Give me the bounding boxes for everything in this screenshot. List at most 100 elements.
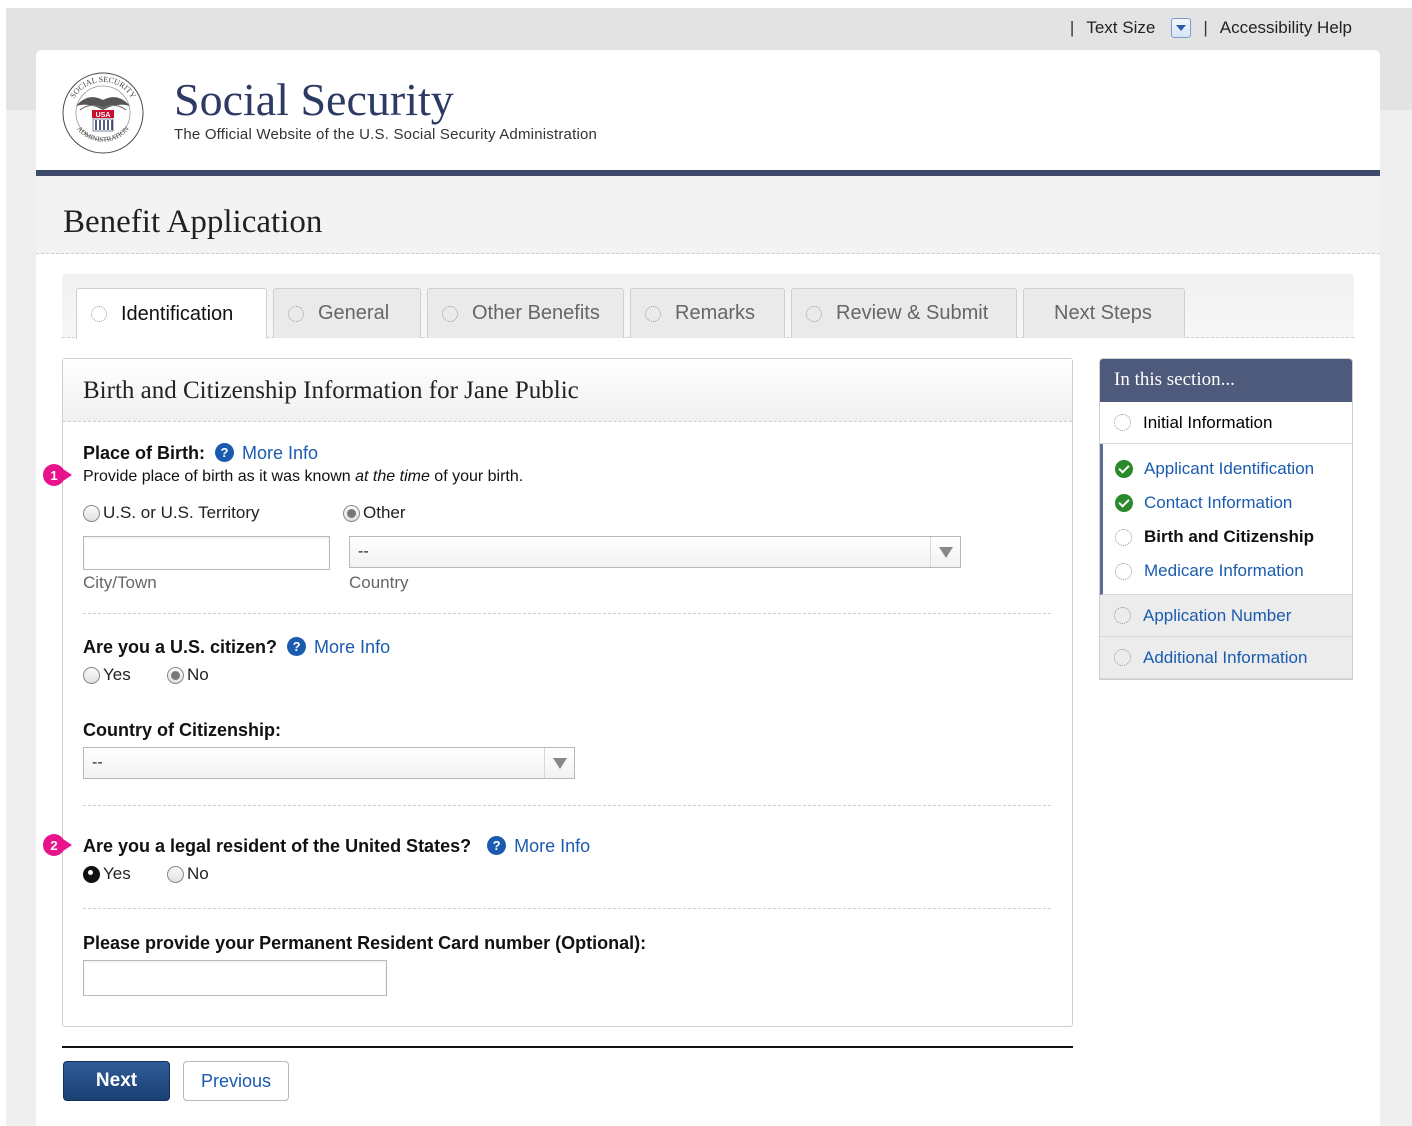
tab-label: Review & Submit	[836, 302, 989, 324]
page-title: Benefit Application	[63, 204, 323, 240]
tab-review-submit[interactable]: Review & Submit	[791, 288, 1017, 338]
check-complete-icon	[1115, 494, 1133, 512]
callout-pointer-icon	[63, 839, 72, 851]
sidebar-item-contact-information[interactable]: Contact Information	[1103, 486, 1352, 520]
help-question-icon[interactable]: ?	[287, 637, 307, 656]
sidebar-item-applicant-identification[interactable]: Applicant Identification	[1103, 452, 1352, 486]
seal-usa-text: USA	[96, 112, 111, 119]
radio-label: Other	[363, 503, 406, 522]
radio-label: Yes	[103, 665, 131, 684]
sidebar-item-application-number[interactable]: Application Number	[1100, 595, 1352, 637]
tab-bar: Identification General Other Benefits Re…	[62, 274, 1354, 339]
more-info-link[interactable]: More Info	[514, 836, 590, 856]
status-circle-icon	[442, 305, 458, 322]
tab-other-benefits[interactable]: Other Benefits	[427, 288, 624, 338]
birth-option-us[interactable]: U.S. or U.S. Territory	[83, 503, 260, 523]
site-header: USA SOCIAL SECURITY ADMINISTRATION Socia…	[36, 50, 1380, 176]
radio-citizen-yes[interactable]	[83, 666, 100, 684]
country-label: Country	[349, 573, 409, 592]
form-bottom-rule	[62, 1046, 1073, 1048]
status-circle-icon	[1114, 414, 1131, 431]
callout-number: 1	[43, 464, 65, 486]
tab-label: General	[318, 302, 390, 324]
status-circle-icon	[288, 305, 304, 322]
country-citizenship-label: Country of Citizenship:	[83, 720, 281, 740]
sidebar-item-label: Contact Information	[1144, 493, 1293, 512]
legal-resident-question: Are you a legal resident of the United S…	[83, 836, 590, 857]
status-circle-icon	[1115, 528, 1132, 546]
utility-bar: | Text Size | Accessibility Help	[1070, 18, 1352, 38]
city-town-input[interactable]	[83, 536, 330, 570]
country-citizenship-select[interactable]: --	[83, 747, 575, 779]
sidebar-item-label: Applicant Identification	[1144, 459, 1315, 478]
citizen-option-no[interactable]: No	[167, 665, 209, 685]
sidebar-heading: In this section...	[1100, 359, 1352, 402]
radio-other[interactable]	[343, 504, 360, 522]
status-circle-icon	[1114, 649, 1131, 666]
resident-option-yes[interactable]: Yes	[83, 864, 131, 884]
sidebar-item-label: Application Number	[1143, 605, 1292, 625]
place-of-birth-question: Place of Birth:? More Info	[83, 443, 318, 464]
hint-text: Provide place of birth as it was known	[83, 468, 356, 485]
more-info-link[interactable]: More Info	[314, 637, 390, 657]
tab-general[interactable]: General	[273, 288, 421, 338]
radio-label: No	[187, 864, 209, 883]
legal-resident-label: Are you a legal resident of the United S…	[83, 836, 472, 856]
ssa-seal-logo[interactable]: USA SOCIAL SECURITY ADMINISTRATION	[58, 70, 148, 156]
radio-resident-no[interactable]	[167, 865, 184, 883]
previous-button[interactable]: Previous	[183, 1061, 289, 1101]
radio-label: No	[187, 665, 209, 684]
select-value: --	[92, 754, 103, 771]
sidebar-item-initial-information[interactable]: Initial Information	[1100, 402, 1352, 444]
callout-marker-1: 1	[43, 464, 73, 486]
radio-resident-yes[interactable]	[83, 865, 100, 883]
dropdown-arrow-icon[interactable]	[930, 537, 960, 567]
country-select[interactable]: --	[349, 536, 961, 568]
dropdown-arrow-icon[interactable]	[544, 748, 574, 778]
resident-card-label: Please provide your Permanent Resident C…	[83, 933, 647, 953]
resident-card-input[interactable]	[83, 960, 387, 996]
callout-marker-2: 2	[43, 834, 73, 856]
form-panel: Birth and Citizenship Information for Ja…	[43, 358, 1073, 1027]
more-info-link[interactable]: More Info	[242, 443, 318, 463]
citizen-question: Are you a U.S. citizen?? More Info	[83, 637, 390, 658]
form-heading: Birth and Citizenship Information for Ja…	[83, 377, 579, 404]
status-circle-icon	[1115, 562, 1132, 580]
birth-option-other[interactable]: Other	[343, 503, 406, 523]
section-divider	[83, 908, 1051, 909]
text-size-dropdown-icon[interactable]	[1171, 18, 1192, 38]
hint-emphasis: at the time	[355, 468, 430, 485]
next-button[interactable]: Next	[63, 1061, 170, 1101]
place-of-birth-label: Place of Birth:	[83, 443, 206, 463]
tab-label: Next Steps	[1054, 302, 1152, 324]
radio-label: U.S. or U.S. Territory	[103, 503, 260, 522]
tab-next-steps[interactable]: Next Steps	[1023, 288, 1185, 338]
help-question-icon[interactable]: ?	[215, 443, 235, 462]
select-value: --	[358, 543, 369, 560]
status-circle-icon	[806, 305, 822, 322]
citizen-option-yes[interactable]: Yes	[83, 665, 131, 685]
sidebar-item-label: Birth and Citizenship	[1144, 527, 1314, 546]
tab-remarks[interactable]: Remarks	[630, 288, 785, 338]
radio-label: Yes	[103, 864, 131, 883]
tab-label: Other Benefits	[472, 302, 600, 324]
radio-citizen-no[interactable]	[167, 666, 184, 684]
resident-option-no[interactable]: No	[167, 864, 209, 884]
title-bar: Benefit Application	[36, 176, 1380, 254]
help-question-icon[interactable]: ?	[487, 836, 507, 855]
section-divider	[83, 805, 1051, 806]
section-divider	[83, 613, 1051, 614]
site-title[interactable]: Social Security	[174, 76, 597, 124]
utility-separator: |	[1069, 18, 1075, 37]
sidebar-item-medicare-information[interactable]: Medicare Information	[1103, 554, 1352, 588]
sidebar-item-label: Initial Information	[1143, 412, 1273, 432]
tab-identification[interactable]: Identification	[76, 288, 267, 339]
accessibility-help-link[interactable]: Accessibility Help	[1220, 18, 1352, 38]
radio-us-territory[interactable]	[83, 504, 100, 522]
status-circle-icon	[91, 306, 107, 322]
callout-number: 2	[43, 834, 65, 856]
sidebar-item-additional-information[interactable]: Additional Information	[1100, 637, 1352, 679]
tab-label: Identification	[121, 302, 234, 325]
text-size-label[interactable]: Text Size	[1086, 18, 1155, 38]
form-header: Birth and Citizenship Information for Ja…	[63, 359, 1072, 422]
